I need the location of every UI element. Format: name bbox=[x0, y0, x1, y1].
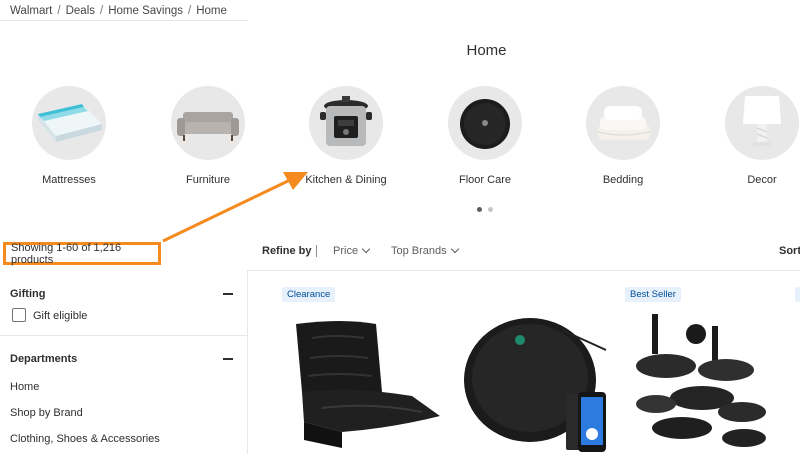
filter-label: Price bbox=[333, 245, 359, 257]
category-kitchen-dining[interactable]: Kitchen & Dining bbox=[281, 86, 411, 186]
pillows-image bbox=[586, 86, 660, 160]
category-mattresses[interactable]: Mattresses bbox=[4, 86, 134, 186]
robot-vacuum-image[interactable] bbox=[462, 310, 612, 454]
pressure-cooker-image bbox=[309, 86, 383, 160]
chevron-down-icon bbox=[361, 244, 371, 254]
category-decor[interactable]: Decor bbox=[697, 86, 800, 186]
carousel-pagination bbox=[477, 207, 493, 212]
category-furniture[interactable]: Furniture bbox=[143, 86, 273, 186]
breadcrumb-deals[interactable]: Deals bbox=[66, 5, 95, 17]
department-link[interactable]: Clothing, Shoes & Accessories bbox=[10, 433, 160, 445]
breadcrumb-walmart[interactable]: Walmart bbox=[10, 5, 52, 17]
price-filter[interactable]: Price bbox=[333, 244, 371, 257]
breadcrumb-separator: / bbox=[100, 5, 104, 17]
category-carousel: Mattresses Furniture Kitchen & Dining Fl… bbox=[0, 86, 800, 186]
department-link[interactable]: Home bbox=[10, 381, 39, 393]
toolbar-divider bbox=[248, 270, 800, 271]
breadcrumb-divider bbox=[0, 20, 248, 21]
sidebar-divider bbox=[247, 270, 248, 454]
badge-partial bbox=[795, 287, 800, 302]
collapse-icon[interactable] bbox=[223, 358, 233, 360]
category-label: Furniture bbox=[185, 174, 231, 186]
breadcrumb-home-savings[interactable]: Home Savings bbox=[108, 5, 183, 17]
category-label: Decor bbox=[747, 174, 777, 186]
lamp-image bbox=[725, 86, 799, 160]
refine-label: Refine by bbox=[262, 245, 312, 257]
department-link[interactable]: Shop by Brand bbox=[10, 407, 83, 419]
breadcrumb: Walmart / Deals / Home Savings / Home bbox=[10, 5, 227, 17]
filter-label: Top Brands bbox=[391, 245, 447, 257]
toolbar-divider bbox=[316, 245, 317, 257]
category-bedding[interactable]: Bedding bbox=[558, 86, 688, 186]
category-label: Bedding bbox=[602, 174, 644, 186]
clearance-badge: Clearance bbox=[282, 287, 336, 302]
category-label: Mattresses bbox=[42, 174, 96, 186]
chevron-down-icon bbox=[450, 244, 459, 254]
breadcrumb-separator: / bbox=[57, 5, 61, 17]
section-divider bbox=[0, 335, 247, 336]
page-title: Home bbox=[466, 42, 507, 59]
category-floor-care[interactable]: Floor Care bbox=[420, 86, 550, 186]
category-label: Kitchen & Dining bbox=[305, 174, 387, 186]
best-seller-badge: Best Seller bbox=[625, 287, 681, 302]
sort-dropdown[interactable]: Sort bbox=[779, 245, 800, 257]
top-brands-filter[interactable]: Top Brands bbox=[391, 244, 459, 257]
collapse-icon[interactable] bbox=[223, 293, 233, 295]
carousel-dot[interactable] bbox=[488, 207, 493, 212]
gifting-heading[interactable]: Gifting bbox=[10, 288, 45, 300]
gift-eligible-label[interactable]: Gift eligible bbox=[33, 310, 87, 322]
departments-heading[interactable]: Departments bbox=[10, 353, 77, 365]
carousel-dot-active[interactable] bbox=[477, 207, 482, 212]
results-count-text: Showing 1-60 of 1,216 products bbox=[11, 241, 122, 266]
results-count: Showing 1-60 of 1,216 products bbox=[3, 241, 161, 266]
category-label: Floor Care bbox=[459, 174, 511, 186]
floor-gaming-chair-image[interactable] bbox=[282, 318, 444, 454]
gift-eligible-checkbox[interactable] bbox=[12, 308, 26, 322]
breadcrumb-home: Home bbox=[196, 5, 227, 17]
robot-vacuum-image bbox=[448, 86, 522, 160]
sofa-image bbox=[171, 86, 245, 160]
cookware-set-image[interactable] bbox=[632, 308, 770, 454]
breadcrumb-separator: / bbox=[188, 5, 192, 17]
mattress-image bbox=[32, 86, 106, 160]
